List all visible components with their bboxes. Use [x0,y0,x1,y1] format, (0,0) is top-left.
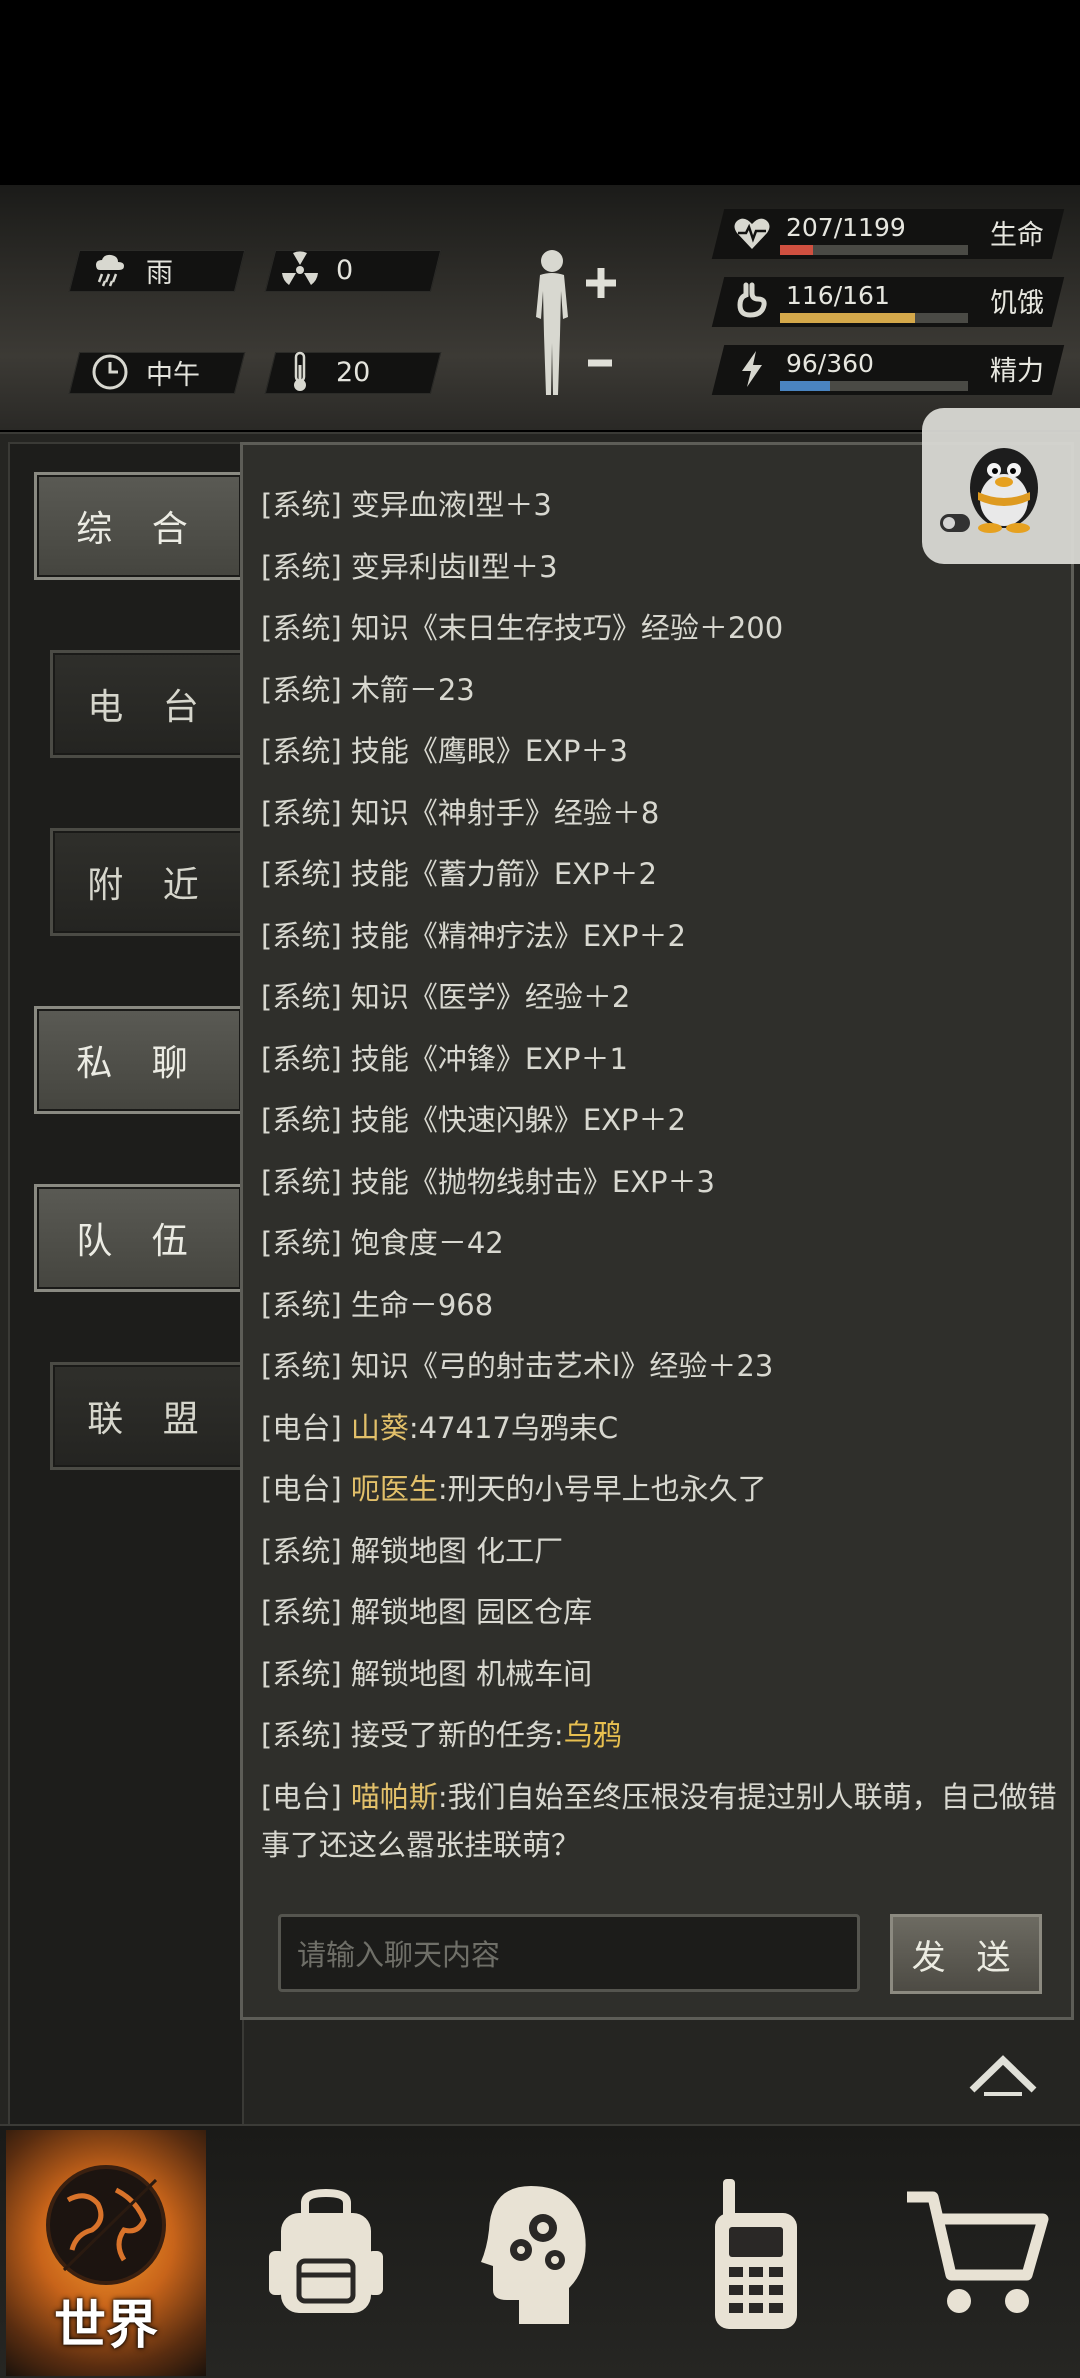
time-indicator: 中午 [88,352,200,392]
shop-cart-icon [907,2191,1049,2313]
stat-hunger: 116/161 饥饿 [711,273,1065,331]
nav-radio-button[interactable] [656,2130,856,2376]
hunger-label: 饥饿 [990,288,1044,319]
chat-message: [系统] 技能《蓄力箭》EXP＋2 [261,857,657,891]
radiation-value: 0 [336,254,354,286]
backpack-icon [269,2189,383,2313]
time-label: 中午 [146,359,200,391]
chat-message: [系统] 知识《末日生存技巧》经验＋200 [261,611,784,645]
health-bar [780,245,968,255]
tab-private[interactable]: 私 聊 [34,1006,244,1114]
chat-message-task: [系统] 接受了新的任务:乌鸦 [261,1718,622,1752]
chat-input[interactable]: 请输入聊天内容 [278,1914,860,1992]
energy-value: 96/360 [786,349,874,378]
energy-icon [742,351,762,387]
chat-message: [系统] 生命－968 [261,1287,494,1322]
thermometer-icon [278,350,322,394]
stat-energy: 96/360 精力 [711,341,1065,399]
hunger-bar [780,313,968,323]
nav-world-button[interactable]: 世界 [6,2130,206,2376]
chat-message: [系统] 知识《医学》经验＋2 [261,980,631,1014]
sender-name[interactable]: 山葵 [351,1411,409,1445]
chat-message: [系统] 知识《弓的射击艺术Ⅰ》经验＋23 [261,1349,774,1383]
chat-message-radio: [电台] 喵帕斯:我们自始至终压根没有提过别人联萌，自己做错事了还这么嚣张挂联萌… [261,1779,1057,1862]
weather-label: 雨 [146,257,173,289]
clock-icon [88,350,132,394]
health-label: 生命 [990,220,1044,251]
nav-world-label: 世界 [53,2296,158,2356]
task-link[interactable]: 乌鸦 [564,1718,622,1752]
qq-floating-button[interactable] [922,408,1080,564]
plus-icon [586,268,616,298]
chat-message: [系统] 技能《抛物线射击》EXP＋3 [261,1164,715,1199]
nav-backpack-button[interactable] [226,2130,426,2376]
chat-message: [系统] 技能《鹰眼》EXP＋3 [261,734,628,768]
energy-label: 精力 [990,356,1044,387]
chat-message: [系统] 饱食度－42 [261,1226,504,1260]
chat-message: [系统] 知识《神射手》经验＋8 [261,795,660,830]
heart-pulse-icon [734,218,770,249]
chevron-up-icon [969,2055,1037,2096]
chat-message: [系统] 木箭－23 [261,672,475,707]
radiation-indicator: 0 [278,250,353,290]
radio-phone-icon [715,2179,797,2329]
toggle-icon [940,514,970,532]
qq-penguin-icon [970,448,1038,533]
hunger-value: 116/161 [786,281,890,310]
skills-head-icon [481,2186,586,2324]
tab-radio[interactable]: 电 台 [50,650,250,758]
status-bar-area [0,0,1080,185]
rain-cloud-icon [88,248,132,292]
tab-nearby[interactable]: 附 近 [50,828,250,936]
chat-log-box[interactable]: [系统] 变异血液Ⅰ型＋3 [系统] 变异利齿Ⅱ型＋3 [系统] 知识《末日生存… [240,442,1074,2020]
chat-message-radio: [电台] 山葵:47417乌鸦耒C [261,1410,619,1445]
chat-message: [系统] 技能《精神疗法》EXP＋2 [261,918,686,953]
radiation-icon [278,248,322,292]
sender-name[interactable]: 喵帕斯 [351,1780,438,1814]
nav-skills-button[interactable] [436,2130,636,2376]
human-body-icon [536,250,568,395]
nav-shop-button[interactable] [876,2130,1076,2376]
chat-message-list[interactable]: [系统] 变异血液Ⅰ型＋3 [系统] 变异利齿Ⅱ型＋3 [系统] 知识《末日生存… [261,475,1057,1875]
body-status-button[interactable] [520,245,630,405]
health-value: 207/1199 [786,213,906,242]
chat-message: [系统] 解锁地图 园区仓库 [261,1595,593,1629]
chat-message: [系统] 技能《快速闪躲》EXP＋2 [261,1103,686,1137]
expand-up-button[interactable] [966,2050,1040,2098]
stat-health: 207/1199 生命 [711,205,1065,263]
tab-alliance[interactable]: 联 盟 [50,1362,250,1470]
send-button[interactable]: 发 送 [890,1914,1042,1994]
temperature-value: 20 [336,356,371,388]
chat-message: [系统] 解锁地图 机械车间 [261,1656,593,1691]
sender-name[interactable]: 呃医生 [351,1472,438,1506]
tab-general[interactable]: 综 合 [34,472,244,580]
temperature-indicator: 20 [278,350,371,394]
chat-message: [系统] 技能《冲锋》EXP＋1 [261,1041,628,1076]
chat-message: [系统] 解锁地图 化工厂 [261,1533,564,1568]
weather-indicator: 雨 [88,250,173,290]
energy-bar [780,381,968,391]
chat-message-radio: [电台] 呃医生:刑天的小号早上也永久了 [261,1472,767,1506]
tab-team[interactable]: 队 伍 [34,1184,244,1292]
stomach-icon [737,282,767,318]
